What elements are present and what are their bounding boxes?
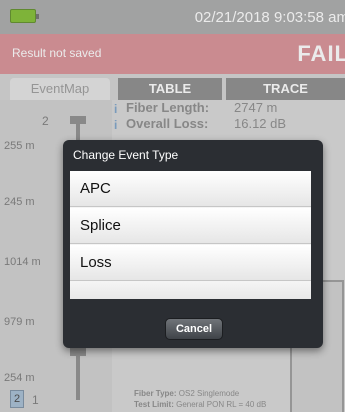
list-more-indicator	[70, 282, 311, 299]
dialog-title: Change Event Type	[73, 148, 179, 162]
option-apc[interactable]: APC	[70, 171, 311, 207]
option-splice[interactable]: Splice	[70, 208, 311, 244]
cancel-button[interactable]: Cancel	[165, 318, 223, 340]
change-event-type-dialog: Change Event Type APC Splice Loss Cancel	[63, 140, 323, 348]
otdr-screen: 02/21/2018 9:03:58 am Result not saved F…	[0, 0, 345, 412]
event-type-list: APC Splice Loss	[70, 171, 311, 299]
option-label: Loss	[80, 254, 112, 271]
option-label: APC	[80, 180, 111, 197]
option-loss[interactable]: Loss	[70, 245, 311, 281]
option-label: Splice	[80, 217, 121, 234]
